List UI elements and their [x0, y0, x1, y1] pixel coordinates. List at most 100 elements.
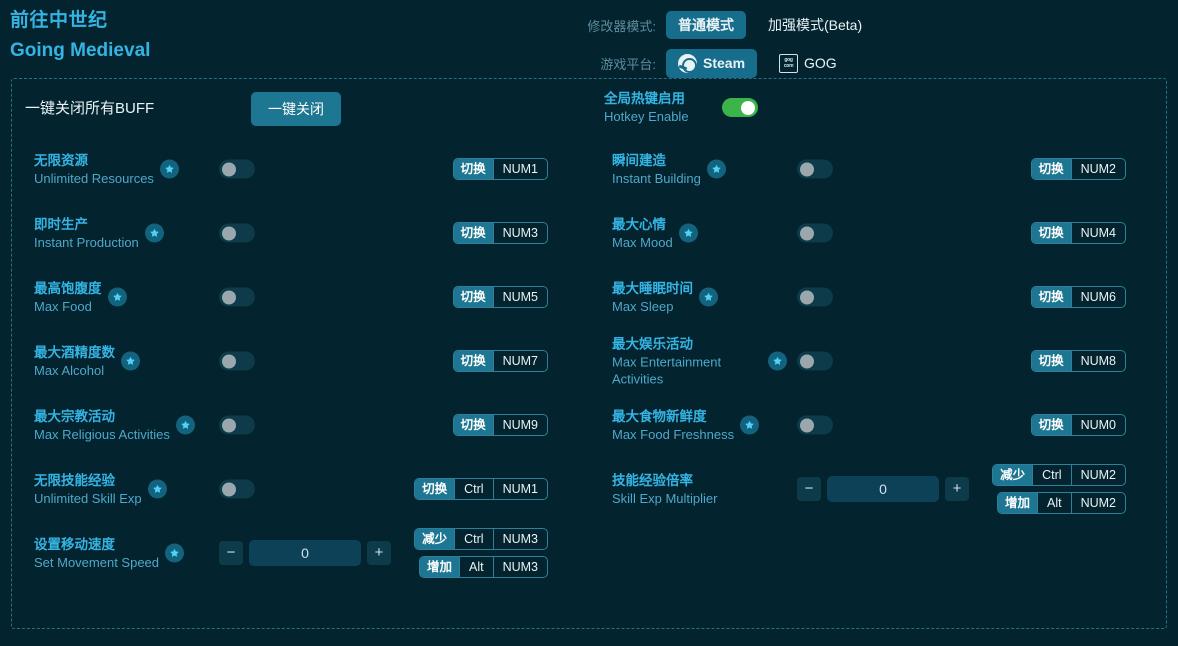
- stepper-decrease-button[interactable]: −: [797, 477, 821, 501]
- hotkey-chip[interactable]: 切换 NUM8: [1030, 350, 1126, 372]
- hotkey-key[interactable]: NUM3: [492, 223, 547, 243]
- hotkey-key[interactable]: NUM2: [1070, 159, 1125, 179]
- cheat-toggle-wrap: [219, 479, 255, 499]
- hotkey-group: 切换 NUM6: [1030, 286, 1126, 308]
- toggle-knob: [800, 226, 814, 240]
- mode-option-normal[interactable]: 普通模式: [666, 11, 746, 39]
- favorite-star-icon[interactable]: [108, 287, 127, 307]
- hotkey-action-label: 切换: [453, 159, 493, 179]
- hotkey-key[interactable]: NUM2: [1070, 493, 1125, 513]
- hotkey-chip[interactable]: 切换 NUM2: [1030, 158, 1126, 180]
- hotkey-key[interactable]: NUM7: [492, 351, 547, 371]
- toggle-knob: [222, 354, 236, 368]
- hotkey-group: 切换 Ctrl NUM1: [414, 478, 548, 500]
- hotkey-chip[interactable]: 切换 NUM0: [1030, 414, 1126, 436]
- hotkey-key[interactable]: Alt: [1036, 493, 1071, 513]
- stepper-value[interactable]: 0: [249, 540, 361, 566]
- hotkey-key[interactable]: NUM6: [1070, 287, 1125, 307]
- hotkey-chip[interactable]: 增加 Alt NUM2: [996, 492, 1126, 514]
- stepper-value[interactable]: 0: [827, 476, 939, 502]
- cheat-name-cn: 最大宗教活动: [34, 409, 115, 424]
- favorite-star-icon[interactable]: [160, 159, 179, 179]
- close-all-buffs-button[interactable]: 一键关闭: [251, 92, 341, 126]
- cheat-toggle[interactable]: [219, 351, 255, 371]
- hotkey-chip[interactable]: 切换 NUM3: [452, 222, 548, 244]
- gog-icon: gog com: [779, 53, 799, 73]
- stepper-decrease-button[interactable]: −: [219, 541, 243, 565]
- cheat-toggle[interactable]: [219, 223, 255, 243]
- cheat-toggle[interactable]: [797, 287, 833, 307]
- hotkey-key[interactable]: NUM1: [492, 159, 547, 179]
- hotkey-key[interactable]: NUM3: [492, 557, 547, 577]
- hotkey-key[interactable]: NUM1: [492, 479, 547, 499]
- cheat-row-labels: 无限资源 Unlimited Resources: [34, 151, 154, 187]
- favorite-star-icon[interactable]: [165, 543, 184, 563]
- cheat-toggle-wrap: [797, 223, 833, 243]
- cheat-toggle-wrap: [219, 351, 255, 371]
- stepper-increase-button[interactable]: +: [367, 541, 391, 565]
- cheat-row: 最大宗教活动 Max Religious Activities 切换 NUM9: [12, 393, 590, 457]
- hotkey-key[interactable]: Alt: [458, 557, 493, 577]
- favorite-star-icon[interactable]: [679, 223, 698, 243]
- cheat-name-en: Max Sleep: [612, 299, 674, 314]
- hotkey-key[interactable]: Ctrl: [454, 479, 492, 499]
- platform-option-steam[interactable]: Steam: [666, 48, 758, 78]
- cheat-toggle[interactable]: [219, 415, 255, 435]
- hotkey-chip[interactable]: 减少 Ctrl NUM2: [992, 464, 1126, 486]
- hotkey-chip[interactable]: 切换 NUM9: [452, 414, 548, 436]
- favorite-star-icon[interactable]: [145, 223, 164, 243]
- cheat-name-cn: 最大酒精度数: [34, 345, 115, 360]
- hotkey-key[interactable]: Ctrl: [1032, 465, 1070, 485]
- toggle-knob: [222, 162, 236, 176]
- hotkey-group: 切换 NUM5: [452, 286, 548, 308]
- hotkey-action-label: 切换: [1031, 287, 1071, 307]
- hotkey-chip[interactable]: 切换 NUM4: [1030, 222, 1126, 244]
- hotkey-key[interactable]: NUM8: [1070, 351, 1125, 371]
- favorite-star-icon[interactable]: [176, 415, 195, 435]
- cheat-row: 最大睡眠时间 Max Sleep 切换 NUM6: [590, 265, 1168, 329]
- cheat-toggle[interactable]: [797, 159, 833, 179]
- cheat-name-en: Max Religious Activities: [34, 427, 170, 442]
- cheat-row-labels: 无限技能经验 Unlimited Skill Exp: [34, 471, 142, 507]
- cheat-toggle[interactable]: [797, 415, 833, 435]
- hotkey-key[interactable]: Ctrl: [454, 529, 492, 549]
- favorite-star-icon[interactable]: [768, 351, 787, 371]
- hotkey-group: 切换 NUM7: [452, 350, 548, 372]
- global-hotkey-toggle[interactable]: [722, 98, 758, 117]
- hotkey-chip[interactable]: 减少 Ctrl NUM3: [414, 528, 548, 550]
- cheat-toggle[interactable]: [219, 479, 255, 499]
- cheat-row-labels: 最大娱乐活动 Max Entertainment Activities: [612, 335, 762, 388]
- favorite-star-icon[interactable]: [740, 415, 759, 435]
- cheat-toggle[interactable]: [219, 159, 255, 179]
- value-stepper: −0 +: [797, 476, 969, 502]
- hotkey-key[interactable]: NUM4: [1070, 223, 1125, 243]
- cheat-toggle[interactable]: [797, 223, 833, 243]
- hotkey-chip[interactable]: 切换 NUM6: [1030, 286, 1126, 308]
- cheat-toggle[interactable]: [797, 351, 833, 371]
- favorite-star-icon[interactable]: [148, 479, 167, 499]
- favorite-star-icon[interactable]: [699, 287, 718, 307]
- hotkey-chip[interactable]: 切换 NUM7: [452, 350, 548, 372]
- hotkey-key[interactable]: NUM3: [492, 529, 547, 549]
- hotkey-key[interactable]: NUM5: [492, 287, 547, 307]
- hotkey-action-label: 切换: [453, 223, 493, 243]
- hotkey-chip[interactable]: 切换 NUM5: [452, 286, 548, 308]
- hotkey-chip[interactable]: 切换 Ctrl NUM1: [414, 478, 548, 500]
- cheat-row-labels: 最高饱腹度 Max Food: [34, 279, 102, 315]
- cheat-row: 最大食物新鲜度 Max Food Freshness 切换 NUM0: [590, 393, 1168, 457]
- hotkey-key[interactable]: NUM0: [1070, 415, 1125, 435]
- favorite-star-icon[interactable]: [121, 351, 140, 371]
- stepper-increase-button[interactable]: +: [945, 477, 969, 501]
- hotkey-chip[interactable]: 切换 NUM1: [452, 158, 548, 180]
- cheat-toggle[interactable]: [219, 287, 255, 307]
- hotkey-action-label: 切换: [453, 351, 493, 371]
- hotkey-key[interactable]: NUM9: [492, 415, 547, 435]
- cheat-toggle-wrap: [797, 351, 833, 371]
- hotkey-key[interactable]: NUM2: [1070, 465, 1125, 485]
- hotkey-action-label: 增加: [419, 557, 459, 577]
- favorite-star-icon[interactable]: [707, 159, 726, 179]
- mode-option-enhanced[interactable]: 加强模式(Beta): [756, 11, 874, 39]
- platform-option-gog[interactable]: gog com GOG: [767, 49, 849, 78]
- hotkey-chip[interactable]: 增加 Alt NUM3: [418, 556, 548, 578]
- mode-option-enhanced-label: 加强模式(Beta): [768, 17, 863, 33]
